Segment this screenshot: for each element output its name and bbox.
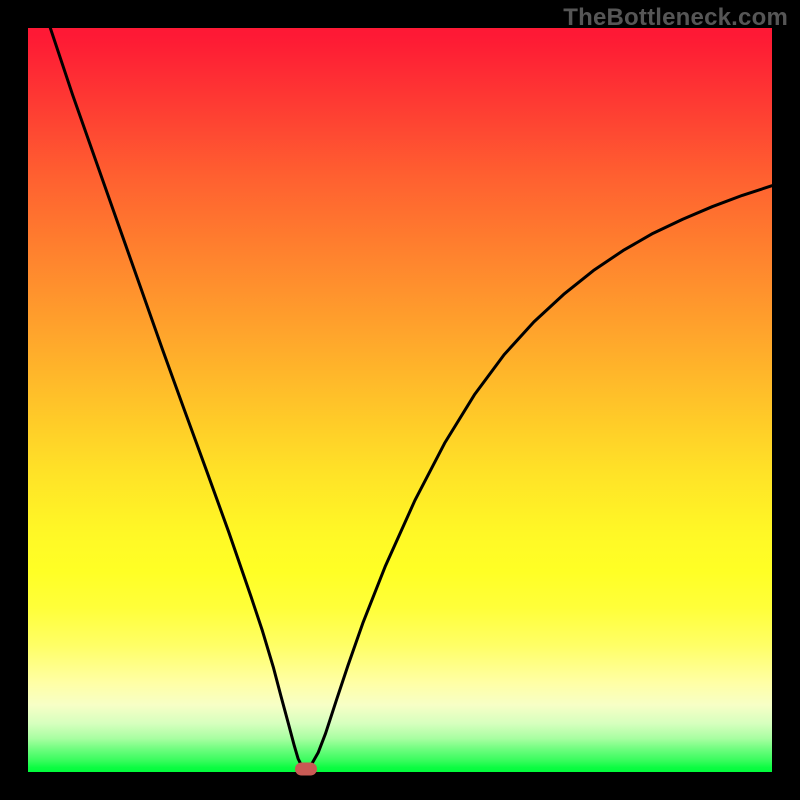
optimal-point-marker xyxy=(295,763,317,776)
chart-frame: TheBottleneck.com xyxy=(0,0,800,800)
curve-svg xyxy=(28,28,772,772)
watermark-text: TheBottleneck.com xyxy=(563,4,788,32)
plot-area xyxy=(28,28,772,772)
bottleneck-curve-line xyxy=(50,28,772,769)
